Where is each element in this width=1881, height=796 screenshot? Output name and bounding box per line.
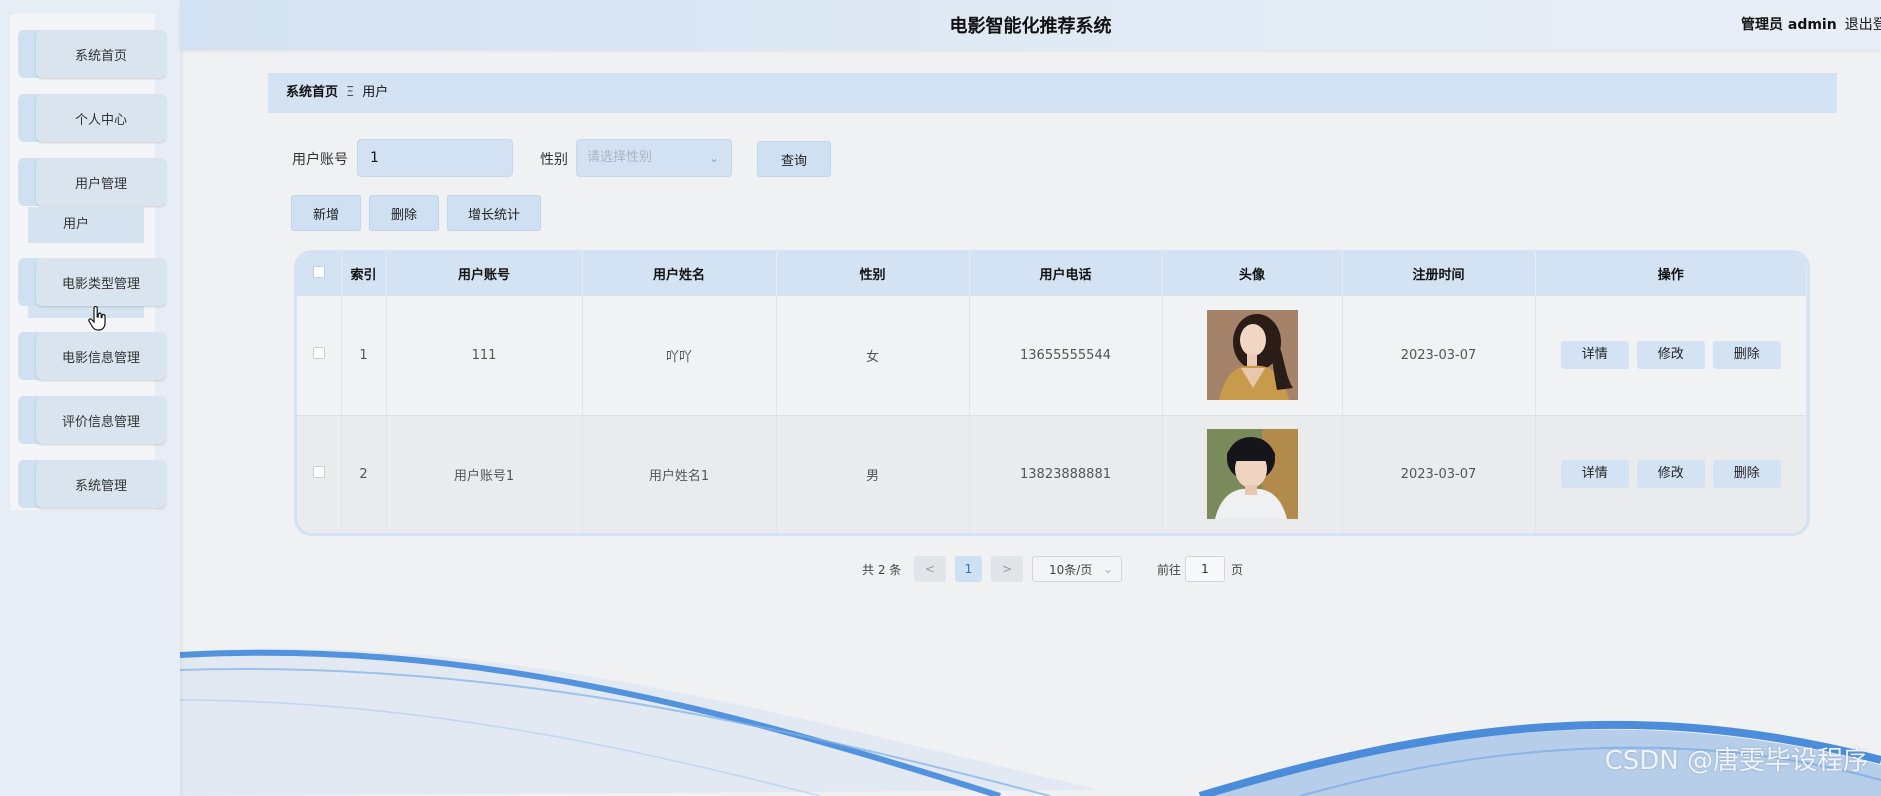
next-page-button[interactable]: > — [991, 556, 1023, 582]
page-size-value: 10条/页 — [1049, 562, 1093, 577]
gender-label: 性别 — [540, 152, 568, 168]
table-header-row: 索引 用户账号 用户姓名 性别 用户电话 头像 注册时间 操作 — [297, 253, 1807, 295]
batch-delete-button[interactable]: 删除 — [369, 195, 439, 231]
sidebar-item-label: 电影类型管理 — [36, 258, 166, 306]
column-header: 索引 — [341, 253, 387, 295]
sidebar-item-review-management[interactable]: 评价信息管理 — [18, 396, 166, 444]
cell-account: 111 — [386, 294, 583, 415]
app-title: 电影智能化推荐系统 — [949, 16, 1112, 37]
gender-select-placeholder: 请选择性别 — [587, 150, 653, 165]
logout-link[interactable]: 退出登 — [1845, 17, 1881, 33]
cell-account: 用户账号1 — [386, 414, 583, 533]
male-avatar-image[interactable] — [1206, 429, 1298, 520]
delete-button[interactable]: 删除 — [1712, 460, 1781, 489]
cell-operations: 详情 修改 删除 — [1535, 294, 1807, 415]
sidebar-item-label: 评价信息管理 — [36, 396, 166, 444]
column-header: 性别 — [776, 253, 970, 295]
detail-button[interactable]: 详情 — [1560, 460, 1629, 489]
pagination-total: 共 2 条 — [862, 562, 902, 577]
column-header: 用户电话 — [969, 253, 1163, 295]
edit-button[interactable]: 修改 — [1636, 460, 1705, 489]
select-all-cell — [297, 253, 342, 295]
cell-name: 吖吖 — [582, 294, 777, 415]
row-select-cell — [297, 414, 342, 533]
cell-register-date: 2023-03-07 — [1342, 294, 1536, 415]
cell-register-date: 2023-03-07 — [1342, 414, 1536, 533]
row-select-cell — [297, 294, 342, 415]
breadcrumb-current: 用户 — [362, 85, 389, 100]
account-label: 用户账号 — [292, 152, 348, 168]
female-avatar-image[interactable] — [1206, 310, 1298, 400]
page-size-select[interactable]: 10条/页 ⌄ — [1032, 556, 1122, 582]
goto-label: 前往 — [1157, 562, 1182, 577]
gender-select[interactable]: 请选择性别 ⌄ — [576, 139, 732, 177]
query-button[interactable]: 查询 — [757, 141, 831, 177]
cell-gender: 男 — [776, 414, 970, 533]
cell-operations: 详情 修改 删除 — [1535, 414, 1807, 533]
sidebar-item-label: 个人中心 — [36, 94, 166, 142]
cell-gender: 女 — [776, 294, 970, 415]
add-button[interactable]: 新增 — [291, 195, 361, 231]
user-table: 索引 用户账号 用户姓名 性别 用户电话 头像 注册时间 操作 1 111 吖吖… — [294, 250, 1810, 536]
row-checkbox[interactable] — [312, 347, 325, 359]
user-area: 管理员 admin 退出登 — [1741, 14, 1881, 34]
goto-page-input[interactable]: 1 — [1185, 556, 1225, 582]
cell-phone: 13655555544 — [969, 294, 1163, 415]
sidebar: 系统首页 个人中心 用户管理 用户 电影类型管理 电影信息管理 评价信息管理 系… — [0, 0, 180, 796]
table-row: 1 111 吖吖 女 13655555544 2023-03-07 详情 修改 … — [297, 294, 1807, 415]
sidebar-item-label: 系统管理 — [36, 460, 166, 508]
sidebar-item-movie-info-management[interactable]: 电影信息管理 — [18, 332, 166, 380]
column-header: 注册时间 — [1342, 253, 1536, 295]
breadcrumb-separator-icon: Ξ — [346, 85, 355, 100]
hand-cursor-icon — [88, 306, 106, 331]
page-number-button[interactable]: 1 — [955, 556, 982, 582]
table-row: 2 用户账号1 用户姓名1 男 13823888881 2023-03-07 详… — [297, 414, 1807, 533]
cell-avatar — [1162, 414, 1343, 533]
top-header: 电影智能化推荐系统 管理员 admin 退出登 — [180, 0, 1881, 50]
cell-phone: 13823888881 — [969, 414, 1163, 533]
cell-index: 2 — [341, 414, 387, 533]
breadcrumb-home[interactable]: 系统首页 — [286, 85, 338, 100]
delete-button[interactable]: 删除 — [1712, 341, 1781, 369]
sidebar-item-system-management[interactable]: 系统管理 — [18, 460, 166, 508]
cell-index: 1 — [341, 294, 387, 415]
sidebar-item-label: 系统首页 — [36, 30, 166, 78]
sidebar-item-label: 电影信息管理 — [36, 332, 166, 380]
growth-stats-button[interactable]: 增长统计 — [447, 195, 541, 231]
account-search-input[interactable]: 1 — [357, 139, 513, 177]
select-all-checkbox[interactable] — [312, 265, 325, 278]
cell-name: 用户姓名1 — [582, 414, 777, 533]
edit-button[interactable]: 修改 — [1636, 341, 1705, 369]
sidebar-item-home[interactable]: 系统首页 — [18, 30, 166, 78]
column-header: 头像 — [1162, 253, 1343, 295]
breadcrumb: 系统首页 Ξ 用户 — [268, 73, 1837, 113]
sidebar-subitem-users[interactable]: 用户 — [28, 207, 144, 243]
column-header: 用户账号 — [386, 253, 583, 295]
page-suffix-label: 页 — [1231, 562, 1244, 577]
cell-avatar — [1162, 294, 1343, 415]
row-checkbox[interactable] — [312, 466, 325, 479]
column-header: 操作 — [1535, 253, 1807, 295]
chevron-down-icon: ⌄ — [708, 151, 719, 165]
chevron-down-icon: ⌄ — [1102, 562, 1113, 576]
sidebar-item-movie-type-management[interactable]: 电影类型管理 — [18, 258, 166, 306]
prev-page-button[interactable]: < — [914, 556, 946, 582]
detail-button[interactable]: 详情 — [1560, 341, 1629, 369]
sidebar-item-profile[interactable]: 个人中心 — [18, 94, 166, 142]
sidebar-item-label: 用户管理 — [36, 158, 166, 206]
watermark: CSDN @唐雯毕设程序 — [1604, 746, 1869, 776]
column-header: 用户姓名 — [582, 253, 777, 295]
sidebar-item-user-management[interactable]: 用户管理 — [18, 158, 166, 206]
admin-user-label: 管理员 admin — [1741, 17, 1837, 33]
